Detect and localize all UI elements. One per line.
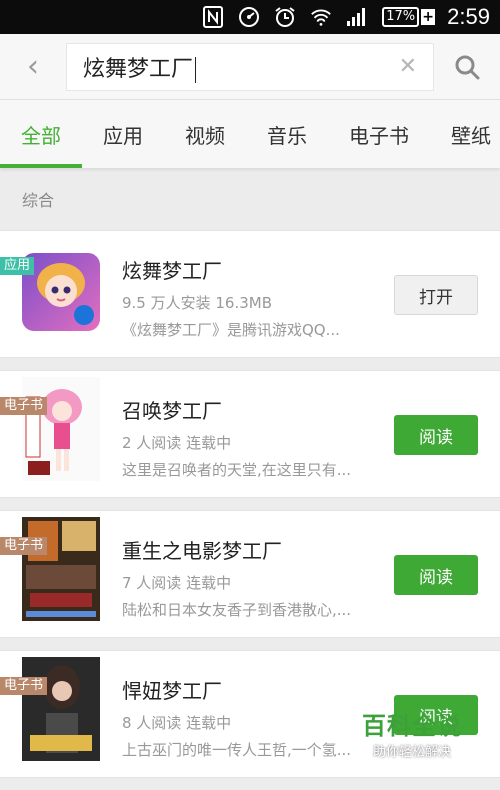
result-badge: 电子书 [0, 397, 48, 415]
nfc-icon [202, 6, 224, 28]
read-button[interactable]: 阅读 [394, 415, 478, 455]
status-bar: 17% + 2:59 [0, 0, 500, 34]
result-description: 这里是召唤者的天堂,在这里只有... [122, 461, 352, 479]
clear-icon[interactable]: ✕ [399, 54, 417, 79]
result-title: 悍妞梦工厂 [122, 679, 222, 703]
battery-icon: 17% + [382, 7, 436, 27]
watermark-subtitle: 助你轻松解决 [372, 745, 451, 760]
result-meta: 9.5 万人安装 16.3MB [122, 294, 273, 312]
gauge-icon [238, 6, 260, 28]
search-button[interactable] [434, 34, 500, 100]
read-button[interactable]: 阅读 [394, 555, 478, 595]
signal-icon [346, 6, 368, 28]
tab-music[interactable]: 音乐 [246, 100, 328, 168]
result-description: 《炫舞梦工厂》是腾讯游戏QQ... [122, 321, 340, 339]
result-description: 上古巫门的唯一传人王哲,一个氢... [122, 741, 352, 759]
tab-ebooks[interactable]: 电子书 [328, 100, 430, 168]
tab-all[interactable]: 全部 [0, 100, 82, 168]
back-button[interactable]: ‹ [0, 34, 66, 100]
result-item[interactable]: 电子书 重生之电影梦工厂 7 人阅读 连载中 陆松和日本女友香子到香港散心,..… [0, 510, 500, 638]
result-meta: 2 人阅读 连载中 [122, 434, 232, 452]
result-badge: 电子书 [0, 537, 48, 555]
battery-level: 17% [382, 7, 420, 27]
clock: 2:59 [447, 4, 490, 29]
search-icon [455, 55, 480, 79]
result-title: 炫舞梦工厂 [122, 259, 222, 283]
tab-apps[interactable]: 应用 [82, 100, 164, 168]
search-input[interactable]: 炫舞梦工厂 ✕ [66, 42, 434, 91]
result-badge: 应用 [0, 257, 35, 275]
chevron-left-icon: ‹ [27, 49, 39, 84]
section-label: 综合 [0, 168, 500, 230]
category-tabs: 全部 应用 视频 音乐 电子书 壁纸 [0, 100, 500, 168]
open-button[interactable]: 打开 [394, 275, 478, 315]
search-bar: ‹ 炫舞梦工厂 ✕ [0, 34, 500, 100]
wifi-icon [310, 6, 332, 28]
result-description: 陆松和日本女友香子到香港散心,... [122, 601, 352, 619]
tab-wallpapers[interactable]: 壁纸 [430, 100, 500, 168]
result-badge: 电子书 [0, 677, 48, 695]
alarm-icon [274, 6, 296, 28]
tab-videos[interactable]: 视频 [164, 100, 246, 168]
result-item[interactable]: 电子书 召唤梦工厂 2 人阅读 连载中 这里是召唤者的天堂,在这里只有... 阅… [0, 370, 500, 498]
text-cursor [195, 56, 197, 83]
result-meta: 8 人阅读 连载中 [122, 714, 232, 732]
result-title: 召唤梦工厂 [122, 399, 222, 423]
search-query: 炫舞梦工厂 [83, 56, 194, 82]
result-meta: 7 人阅读 连载中 [122, 574, 232, 592]
watermark: 百科全说 助你轻松解决 [362, 706, 462, 760]
charging-icon: + [421, 9, 436, 25]
result-item[interactable]: 应用 炫舞梦工厂 9.5 万人安装 16.3MB 《炫舞梦工厂》是腾讯游戏QQ.… [0, 230, 500, 358]
watermark-title: 百科全说 [362, 712, 462, 740]
result-title: 重生之电影梦工厂 [122, 539, 282, 563]
